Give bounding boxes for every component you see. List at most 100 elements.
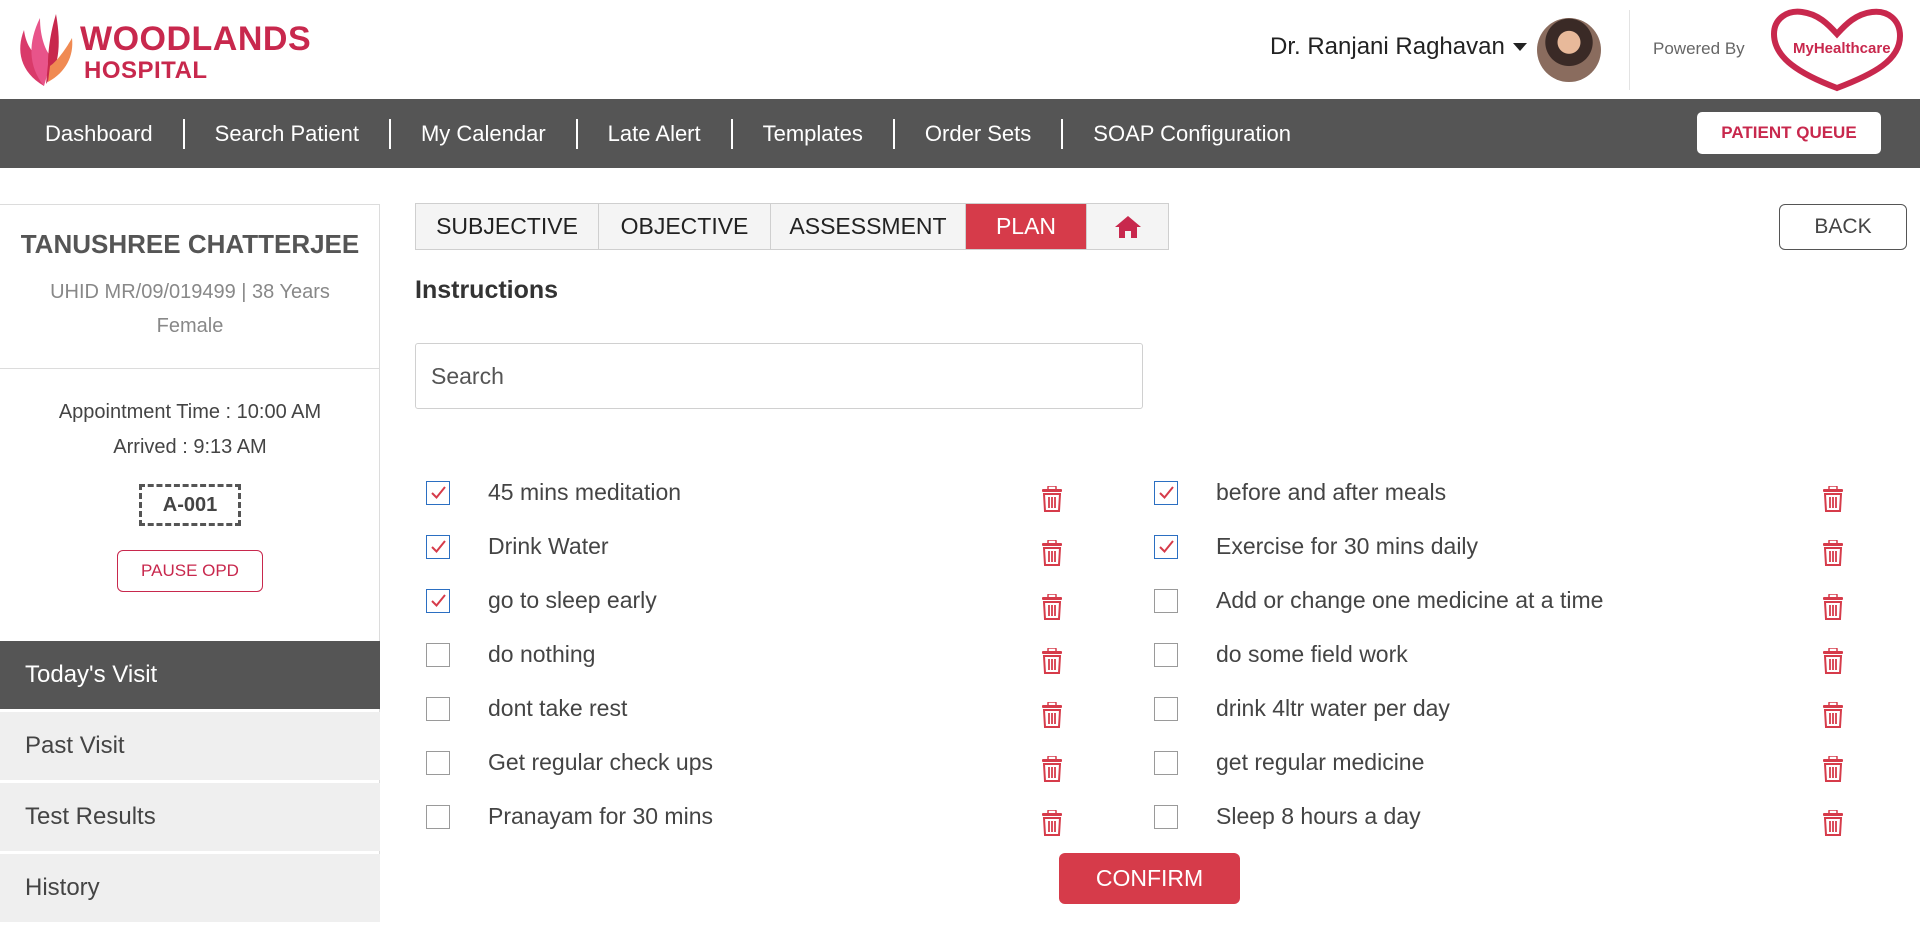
trash-icon[interactable] [1040,809,1064,836]
logo-title: WOODLANDS [80,20,312,58]
instruction-checkbox[interactable] [426,643,450,667]
instruction-label: 45 mins meditation [488,479,682,505]
doctor-name: Dr. Ranjani Raghavan [1270,33,1505,60]
instruction-checkbox[interactable] [1154,643,1178,667]
patient-panel: TANUSHREE CHATTERJEE UHID MR/09/019499 |… [0,204,380,922]
nav-item-order-sets[interactable]: Order Sets [895,118,1064,149]
trash-icon[interactable] [1821,539,1845,566]
nav-item-dashboard[interactable]: Dashboard [0,118,185,149]
nav-item-templates[interactable]: Templates [733,118,895,149]
side-menu-item-test-results[interactable]: Test Results [0,783,380,851]
instruction-label: Pranayam for 30 mins [488,803,713,829]
logo-subtitle: HOSPITAL [84,57,208,84]
instruction-row: drink 4ltr water per day [1154,683,1854,737]
side-menu-item-history[interactable]: History [0,854,380,922]
partner-logo-text: MyHealthcare [1793,40,1891,57]
trash-icon[interactable] [1040,701,1064,728]
soap-tabs: SUBJECTIVE OBJECTIVE ASSESSMENT PLAN [415,203,1169,250]
instruction-row: dont take rest [426,683,1126,737]
instruction-checkbox[interactable] [426,589,450,613]
appointment-info: Appointment Time : 10:00 AM Arrived : 9:… [0,395,380,465]
search-input[interactable] [415,343,1143,409]
nav-item-search-patient[interactable]: Search Patient [185,118,391,149]
instruction-row: Add or change one medicine at a time [1154,575,1854,629]
home-tab[interactable] [1087,204,1168,249]
pause-opd-button[interactable]: PAUSE OPD [117,550,263,592]
tab-plan[interactable]: PLAN [966,204,1087,249]
instruction-label: dont take rest [488,695,628,721]
tab-subjective[interactable]: SUBJECTIVE [416,204,599,249]
instruction-row: Get regular check ups [426,737,1126,791]
instruction-checkbox[interactable] [426,751,450,775]
instruction-row: get regular medicine [1154,737,1854,791]
instruction-label: Get regular check ups [488,749,714,775]
instruction-label: Drink Water [488,533,609,559]
instruction-row: Drink Water [426,521,1126,575]
instruction-row: before and after meals [1154,467,1854,521]
confirm-button[interactable]: CONFIRM [1059,853,1240,904]
instruction-checkbox[interactable] [1154,589,1178,613]
instruction-checkbox[interactable] [1154,697,1178,721]
instruction-row: Sleep 8 hours a day [1154,791,1854,845]
trash-icon[interactable] [1040,539,1064,566]
hospital-logo[interactable]: WOODLANDS HOSPITAL [14,12,311,90]
instruction-row: Exercise for 30 mins daily [1154,521,1854,575]
instruction-checkbox[interactable] [426,481,450,505]
arrived-time: Arrived : 9:13 AM [113,436,267,458]
patient-meta: UHID MR/09/019499 | 38 Years Female [50,281,330,337]
back-button[interactable]: BACK [1779,204,1907,250]
instruction-label: Exercise for 30 mins daily [1216,533,1479,559]
home-icon [1114,215,1141,238]
nav-item-my-calendar[interactable]: My Calendar [391,118,578,149]
tab-assessment[interactable]: ASSESSMENT [771,204,966,249]
trash-icon[interactable] [1040,485,1064,512]
trash-icon[interactable] [1040,593,1064,620]
nav-item-soap-configuration[interactable]: SOAP Configuration [1063,119,1321,149]
instruction-label: before and after meals [1216,479,1447,505]
instruction-label: Sleep 8 hours a day [1216,803,1421,829]
patient-queue-button[interactable]: PATIENT QUEUE [1697,112,1881,154]
instructions-left-list: 45 mins meditation Drink Water go to sleep… [426,467,1126,845]
side-menu-item-past-visit[interactable]: Past Visit [0,712,380,780]
instruction-label: drink 4ltr water per day [1216,695,1450,721]
trash-icon[interactable] [1040,647,1064,674]
instruction-row: 45 mins meditation [426,467,1126,521]
instruction-label: Add or change one medicine at a time [1216,587,1604,613]
caret-down-icon [1512,43,1527,51]
tab-objective[interactable]: OBJECTIVE [599,204,771,249]
instruction-label: go to sleep early [488,587,657,613]
powered-by-text: Powered By [1653,39,1745,58]
side-menu: Today's Visit Past Visit Test Results Histo… [0,641,380,925]
instruction-checkbox[interactable] [426,535,450,559]
instruction-checkbox[interactable] [1154,535,1178,559]
panel-divider [0,368,380,369]
instruction-label: get regular medicine [1216,749,1425,775]
instruction-checkbox[interactable] [1154,751,1178,775]
trash-icon[interactable] [1821,647,1845,674]
instruction-row: Pranayam for 30 mins [426,791,1126,845]
trash-icon[interactable] [1040,755,1064,782]
trash-icon[interactable] [1821,755,1845,782]
instruction-checkbox[interactable] [426,805,450,829]
trash-icon[interactable] [1821,485,1845,512]
trash-icon[interactable] [1821,593,1845,620]
doctor-menu[interactable]: Dr. Ranjani Raghavan [1270,33,1527,61]
instruction-checkbox[interactable] [426,697,450,721]
trash-icon[interactable] [1821,809,1845,836]
section-title: Instructions [415,276,559,304]
instruction-label: do nothing [488,641,596,667]
main-nav: Dashboard Search Patient My Calendar Late A… [0,99,1920,168]
avatar[interactable] [1537,18,1601,82]
instruction-row: do nothing [426,629,1126,683]
header-divider [1629,10,1630,90]
instruction-row: do some field work [1154,629,1854,683]
nav-item-late-alert[interactable]: Late Alert [578,118,733,149]
instructions-right-list: before and after meals Exercise for 30 mi… [1154,467,1854,845]
instruction-checkbox[interactable] [1154,805,1178,829]
appointment-time: Appointment Time : 10:00 AM [58,401,322,423]
instruction-row: go to sleep early [426,575,1126,629]
side-menu-item-today-s-visit[interactable]: Today's Visit [0,641,380,709]
trash-icon[interactable] [1821,701,1845,728]
instruction-checkbox[interactable] [1154,481,1178,505]
token-badge: A-001 [139,484,241,526]
